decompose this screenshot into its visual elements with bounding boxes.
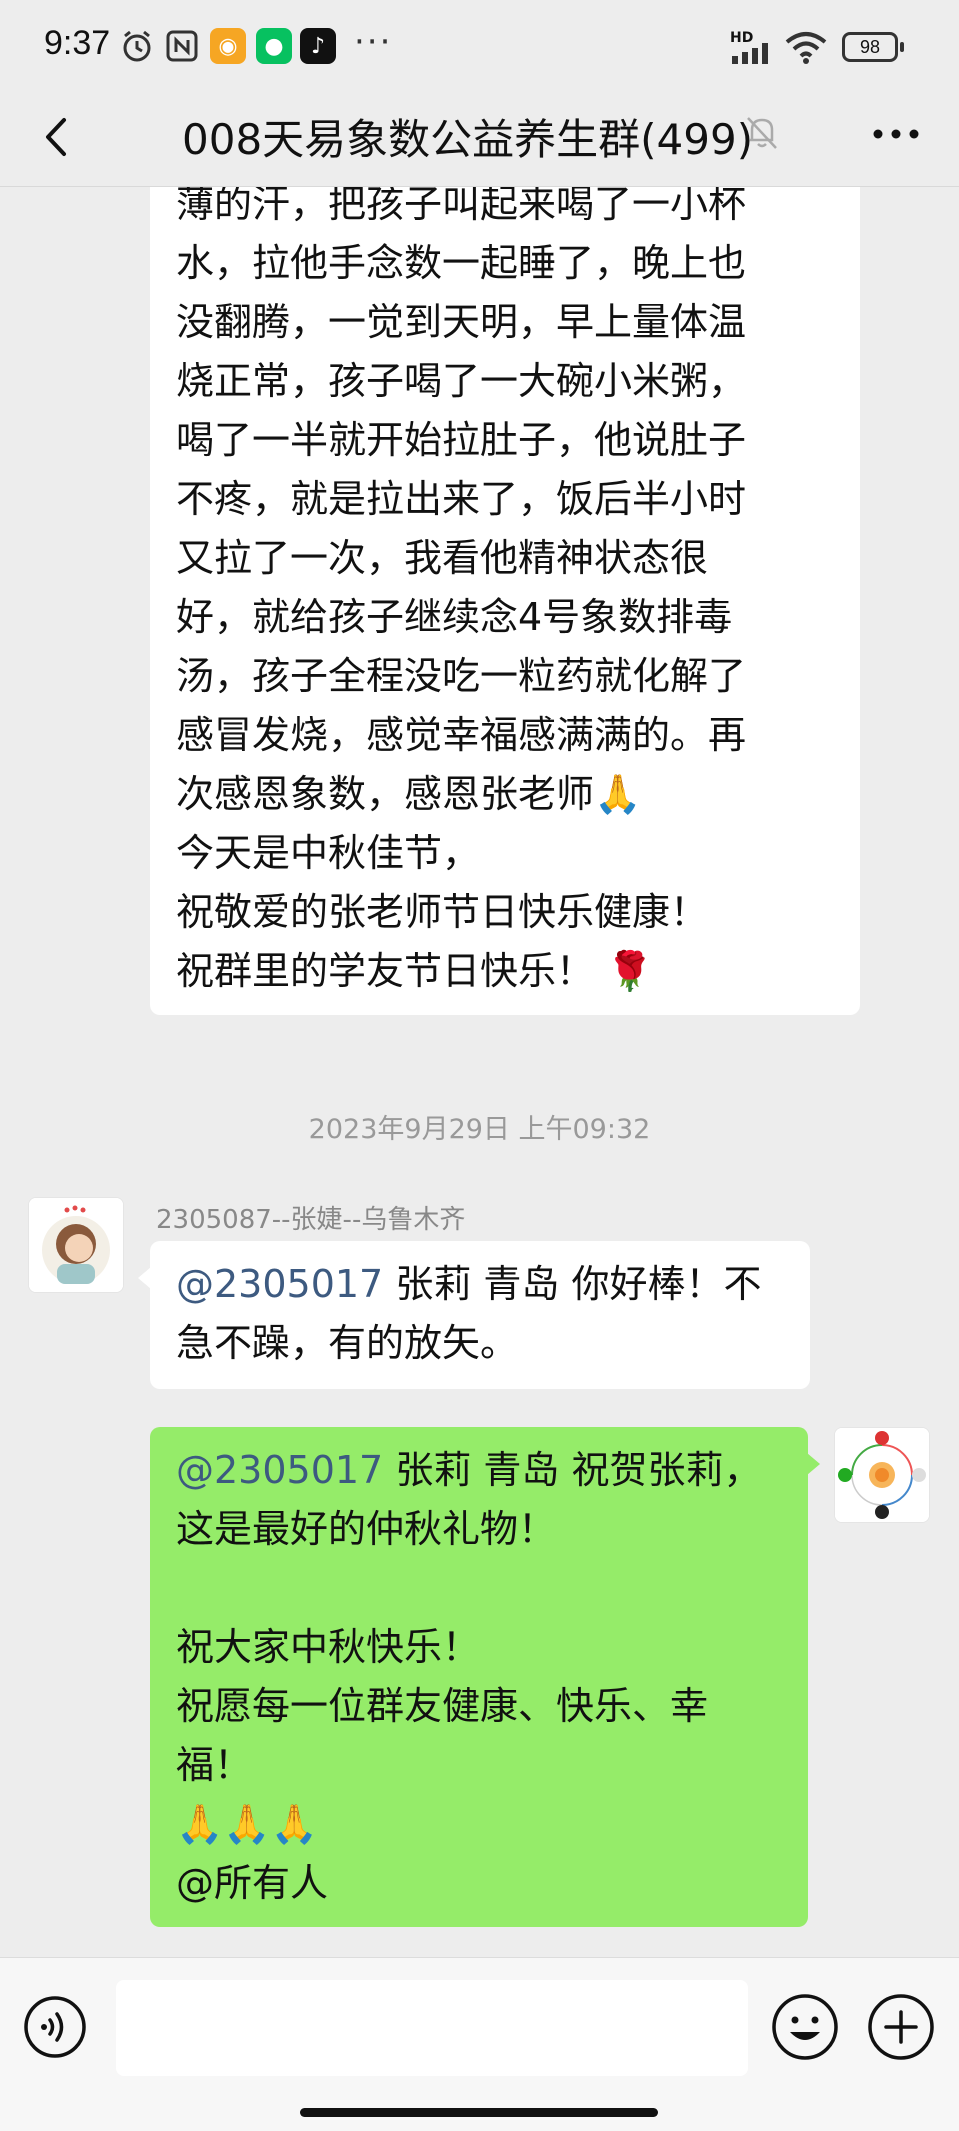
message-text: 张莉 青岛 你好棒！不 (383, 1262, 762, 1306)
avatar-self[interactable] (834, 1427, 930, 1523)
message-line: 烧正常，孩子喝了一大碗小米粥， (176, 359, 747, 403)
message-timestamp: 2023年9月29日 上午09:32 (308, 1114, 651, 1145)
message-line: @2305017 张莉 青岛 祝贺张莉， (176, 1441, 782, 1500)
voice-icon[interactable] (22, 1994, 88, 2060)
message-text: 张莉 青岛 祝贺张莉， (383, 1448, 762, 1492)
message-line: 喝了一半就开始拉肚子，他说肚子 (176, 418, 747, 462)
message-bubble-incoming[interactable]: 薄的汗，把孩子叫起来喝了一小杯 水，拉他手念数一起睡了，晚上也 没翻腾，一觉到天… (150, 187, 860, 1015)
message-line: 祝愿每一位群友健康、快乐、幸 (176, 1684, 709, 1728)
message-line: 祝群里的学友节日快乐！ 🌹 (176, 949, 654, 993)
message-line: 又拉了一次，我看他精神状态很 (176, 536, 709, 580)
message-line: @所有人 (176, 1861, 329, 1905)
message-line: 祝敬爱的张老师节日快乐健康！ (176, 890, 709, 934)
message-line (176, 1559, 782, 1618)
message-bubble-outgoing[interactable]: @2305017 张莉 青岛 祝贺张莉， 这是最好的仲秋礼物！ 祝大家中秋快乐！… (150, 1427, 820, 1927)
tiktok-icon: ♪ (300, 28, 336, 64)
chat-area[interactable]: 薄的汗，把孩子叫起来喝了一小杯 水，拉他手念数一起睡了，晚上也 没翻腾，一觉到天… (0, 187, 959, 1957)
battery-indicator: 98 (842, 32, 904, 62)
message-line: 次感恩象数，感恩张老师🙏 (176, 772, 642, 816)
message-line: 今天是中秋佳节， (176, 831, 481, 875)
nfc-icon (166, 30, 198, 62)
message-bubble-incoming[interactable]: @2305017 张莉 青岛 你好棒！不 急不躁，有的放矢。 (138, 1241, 810, 1389)
message-line: 急不躁，有的放矢。 (176, 1321, 519, 1365)
home-indicator (300, 2108, 658, 2117)
back-icon[interactable] (34, 112, 84, 162)
message-line: 感冒发烧，感觉幸福感满满的。再 (176, 713, 747, 757)
input-bar (0, 1957, 959, 2131)
avatar[interactable] (28, 1197, 124, 1293)
message-line: 不疼，就是拉出来了，饭后半小时 (176, 477, 747, 521)
alarm-icon (123, 30, 151, 62)
message-line: @2305017 张莉 青岛 你好棒！不 (176, 1255, 784, 1314)
sender-name: 2305087--张婕--乌鲁木齐 (156, 1205, 466, 1235)
message-line: 没翻腾，一觉到天明，早上量体温 (176, 300, 747, 344)
more-icon[interactable] (866, 114, 926, 154)
message-line: 这是最好的仲秋礼物！ (176, 1507, 557, 1551)
message-line: 水，拉他手念数一起睡了，晚上也 (176, 241, 747, 285)
message-line: 福！ (176, 1743, 253, 1787)
avatar-diagram-icon (835, 1428, 929, 1522)
message-line: 汤，孩子全程没吃一粒药就化解了 (176, 654, 747, 698)
status-time: 9:37 (44, 24, 111, 62)
app-icon: ◉ (210, 28, 246, 64)
status-bar: 9:37 ◉ ● ♪ ··· HD 98 (0, 0, 959, 90)
mention-link[interactable]: @2305017 (176, 1448, 383, 1492)
avatar-girl-icon (29, 1198, 123, 1292)
message-input[interactable] (116, 1980, 748, 2076)
chat-header: 008天易象数公益养生群(499) (0, 90, 959, 187)
message-line: 好，就给孩子继续念4号象数排毒 (176, 595, 733, 639)
message-line: 薄的汗，把孩子叫起来喝了一小杯 (176, 187, 747, 226)
signal-icon (732, 43, 768, 64)
message-line: 🙏🙏🙏 (176, 1802, 318, 1846)
wechat-icon: ● (256, 28, 292, 64)
wifi-icon (785, 32, 827, 64)
emoji-icon[interactable] (770, 1992, 840, 2062)
chat-title: 008天易象数公益养生群(499) (182, 115, 754, 164)
mention-link[interactable]: @2305017 (176, 1262, 383, 1306)
status-overflow: ··· (354, 22, 393, 62)
message-line: 祝大家中秋快乐！ (176, 1625, 481, 1669)
mute-bell-icon (747, 117, 777, 149)
plus-icon[interactable] (866, 1992, 936, 2062)
